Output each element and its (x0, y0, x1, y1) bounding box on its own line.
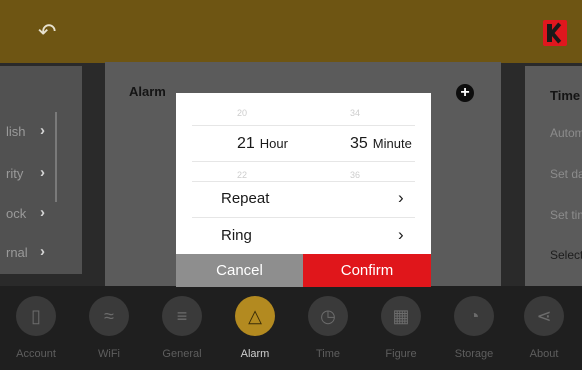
image-icon: ▦ (381, 296, 421, 336)
hour-unit-label: Hour (259, 136, 288, 151)
header-bar (0, 0, 582, 63)
chevron-right-icon: › (40, 243, 45, 260)
minute-unit-label: Minute (372, 136, 412, 151)
time-picker-dialog: 20 34 21 Hour 35 Minute 22 36 Repeat › Rin… (176, 93, 431, 287)
left-item-lock[interactable]: ock › (0, 204, 82, 224)
chevron-right-icon: › (40, 164, 45, 181)
clock-icon: ◷ (308, 296, 348, 336)
options-divider (192, 217, 415, 218)
nav-storage[interactable]: ◔ Storage (438, 296, 512, 366)
confirm-button[interactable]: Confirm (303, 254, 431, 287)
nav-time[interactable]: ◷ Time (292, 296, 366, 366)
time-item-select[interactable]: Select (550, 248, 582, 262)
time-item-automatic[interactable]: Autom (550, 126, 582, 140)
minute-prev[interactable]: 34 (350, 108, 360, 118)
share-icon: ⋖ (524, 296, 564, 336)
bell-icon: △ (235, 296, 275, 336)
left-item-security[interactable]: rity › (0, 164, 82, 184)
nav-general[interactable]: ≡ General (146, 296, 220, 366)
repeat-option[interactable]: Repeat › (176, 182, 431, 216)
minute-next[interactable]: 36 (350, 170, 360, 180)
kodak-logo (543, 20, 567, 46)
time-item-set-time[interactable]: Set tim (550, 208, 582, 222)
hour-next[interactable]: 22 (237, 170, 247, 180)
chevron-right-icon: › (40, 204, 45, 221)
picker-divider (192, 125, 415, 126)
hour-prev[interactable]: 20 (237, 108, 247, 118)
back-arrow-icon[interactable]: ↶ (38, 21, 66, 43)
list-icon: ≡ (162, 296, 202, 336)
nav-wifi[interactable]: ≈ WiFi (73, 296, 147, 366)
nav-alarm[interactable]: △ Alarm (219, 296, 293, 366)
hour-wheel-selected[interactable]: 21 Hour (237, 135, 288, 153)
chevron-right-icon: › (398, 225, 404, 244)
cancel-button[interactable]: Cancel (176, 254, 303, 287)
time-item-set-date[interactable]: Set da (550, 167, 582, 181)
plus-circle-icon[interactable]: + (456, 84, 474, 102)
nav-about[interactable]: ⋖ About (508, 296, 582, 366)
phone-icon: ▯ (16, 296, 56, 336)
left-item-english[interactable]: lish › (0, 122, 82, 142)
nav-account[interactable]: ▯ Account (0, 296, 74, 366)
chevron-right-icon: › (40, 122, 45, 139)
pie-icon: ◔ (454, 296, 494, 336)
left-item-internal[interactable]: rnal › (0, 243, 82, 263)
nav-figure[interactable]: ▦ Figure (365, 296, 439, 366)
minute-wheel-selected[interactable]: 35 Minute (350, 135, 412, 153)
ring-option[interactable]: Ring › (176, 219, 431, 253)
time-panel-title: Time (550, 88, 581, 103)
wifi-icon: ≈ (89, 296, 129, 336)
picker-divider (192, 161, 415, 162)
alarm-panel-title: Alarm (129, 84, 166, 99)
chevron-right-icon: › (398, 188, 404, 207)
